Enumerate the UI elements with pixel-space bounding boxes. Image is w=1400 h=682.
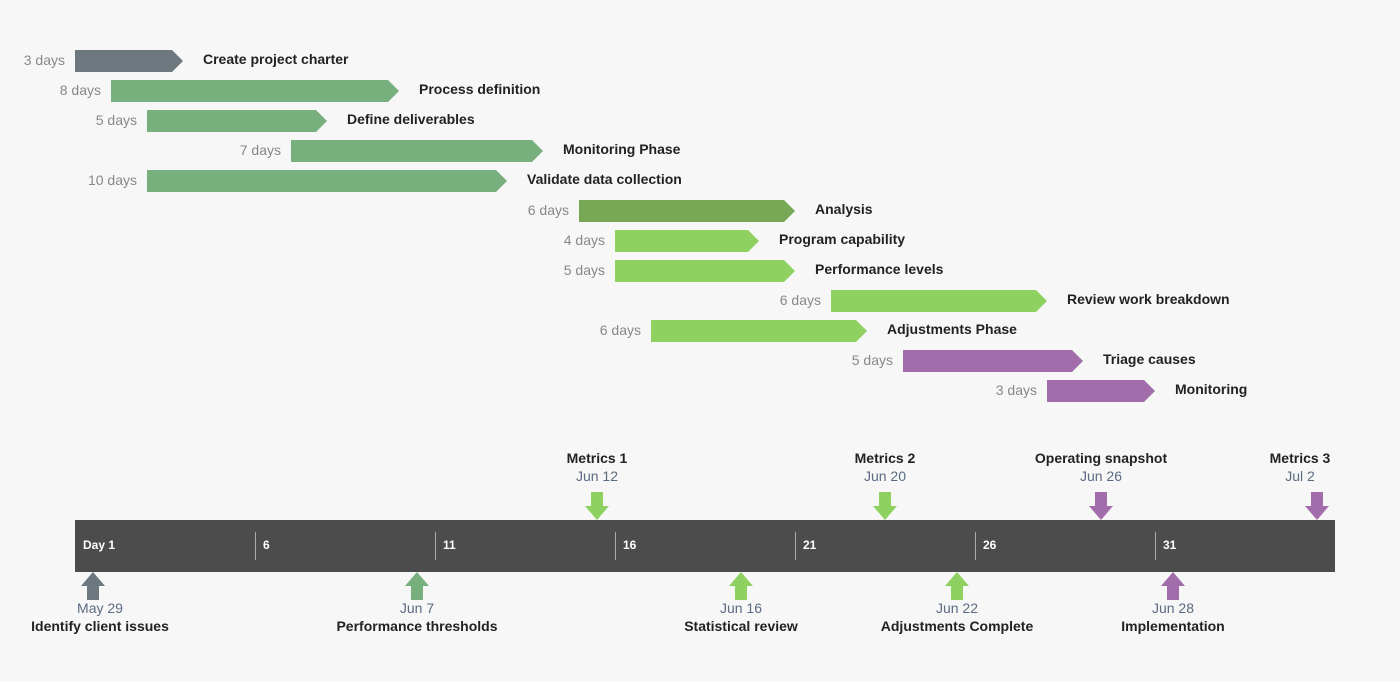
timeline-tick-label: 26: [983, 538, 996, 552]
task-duration-label: 6 days: [528, 202, 569, 218]
task-row: 8 days Process definition: [0, 80, 1400, 102]
timeline-tick: [795, 532, 796, 560]
timeline-tick: [975, 532, 976, 560]
milestone-date: Jun 28: [1073, 600, 1273, 616]
task-bar: [579, 200, 784, 222]
milestone-name: Metrics 3: [1200, 450, 1400, 466]
task-duration-label: 7 days: [240, 142, 281, 158]
task-bar: [651, 320, 856, 342]
task-row: 6 days Analysis: [0, 200, 1400, 222]
milestone-label: Metrics 2 Jun 20: [785, 450, 985, 484]
timeline-tick: [435, 532, 436, 560]
timeline-tick-label: 21: [803, 538, 816, 552]
task-bar: [615, 260, 784, 282]
milestone-name: Identify client issues: [0, 618, 200, 634]
timeline-tick-label: 31: [1163, 538, 1176, 552]
task-bar: [111, 80, 388, 102]
task-duration-label: 3 days: [24, 52, 65, 68]
milestone-name: Implementation: [1073, 618, 1273, 634]
milestone-label: Jun 7 Performance thresholds: [317, 600, 517, 634]
milestone-arrow-below: [405, 572, 429, 600]
task-bar: [831, 290, 1036, 312]
task-bar: [147, 170, 496, 192]
task-name: Validate data collection: [527, 171, 682, 187]
task-row: 7 days Monitoring Phase: [0, 140, 1400, 162]
milestone-arrow-below: [1161, 572, 1185, 600]
milestone-label: Metrics 1 Jun 12: [497, 450, 697, 484]
milestone-arrow-above: [1305, 492, 1329, 520]
milestone-label: Operating snapshot Jun 26: [1001, 450, 1201, 484]
timeline-tick: [615, 532, 616, 560]
gantt-chart: 3 days Create project charter 8 days Proces…: [0, 0, 1400, 682]
milestone-date: May 29: [0, 600, 200, 616]
task-bar: [903, 350, 1072, 372]
task-bar: [291, 140, 532, 162]
task-duration-label: 3 days: [996, 382, 1037, 398]
task-duration-label: 10 days: [88, 172, 137, 188]
timeline-tick-label: 16: [623, 538, 636, 552]
milestone-label: Metrics 3 Jul 2: [1200, 450, 1400, 484]
timeline-band: Day 1 6 11 16 21 26 31: [75, 520, 1335, 572]
milestone-date: Jun 7: [317, 600, 517, 616]
timeline-tick-label: Day 1: [83, 538, 115, 552]
task-name: Triage causes: [1103, 351, 1196, 367]
milestone-arrow-below: [81, 572, 105, 600]
task-bar: [147, 110, 316, 132]
milestone-date: Jun 20: [785, 468, 985, 484]
task-duration-label: 5 days: [852, 352, 893, 368]
timeline-tick: [255, 532, 256, 560]
task-row: 5 days Triage causes: [0, 350, 1400, 372]
timeline-tick-label: 6: [263, 538, 270, 552]
task-row: 5 days Define deliverables: [0, 110, 1400, 132]
task-bar: [1047, 380, 1144, 402]
milestone-name: Performance thresholds: [317, 618, 517, 634]
task-row: 3 days Monitoring: [0, 380, 1400, 402]
task-duration-label: 6 days: [780, 292, 821, 308]
task-row: 3 days Create project charter: [0, 50, 1400, 72]
milestone-name: Metrics 2: [785, 450, 985, 466]
task-name: Monitoring Phase: [563, 141, 680, 157]
task-name: Performance levels: [815, 261, 943, 277]
milestone-label: Jun 16 Statistical review: [641, 600, 841, 634]
milestone-arrow-below: [945, 572, 969, 600]
milestone-arrow-above: [873, 492, 897, 520]
task-name: Program capability: [779, 231, 905, 247]
task-name: Adjustments Phase: [887, 321, 1017, 337]
task-row: 5 days Performance levels: [0, 260, 1400, 282]
milestone-label: Jun 22 Adjustments Complete: [857, 600, 1057, 634]
task-name: Review work breakdown: [1067, 291, 1230, 307]
task-duration-label: 5 days: [564, 262, 605, 278]
milestone-name: Adjustments Complete: [857, 618, 1057, 634]
milestone-arrow-above: [585, 492, 609, 520]
task-duration-label: 5 days: [96, 112, 137, 128]
milestone-date: Jun 16: [641, 600, 841, 616]
task-row: 6 days Adjustments Phase: [0, 320, 1400, 342]
task-duration-label: 8 days: [60, 82, 101, 98]
task-duration-label: 4 days: [564, 232, 605, 248]
task-row: 10 days Validate data collection: [0, 170, 1400, 192]
milestone-name: Metrics 1: [497, 450, 697, 466]
timeline-tick: [1155, 532, 1156, 560]
task-name: Analysis: [815, 201, 873, 217]
milestone-label: Jun 28 Implementation: [1073, 600, 1273, 634]
milestone-name: Operating snapshot: [1001, 450, 1201, 466]
task-bar: [615, 230, 748, 252]
milestone-label: May 29 Identify client issues: [0, 600, 200, 634]
milestone-name: Statistical review: [641, 618, 841, 634]
milestone-date: Jul 2: [1200, 468, 1400, 484]
milestone-arrow-above: [1089, 492, 1113, 520]
task-name: Monitoring: [1175, 381, 1247, 397]
task-duration-label: 6 days: [600, 322, 641, 338]
task-name: Process definition: [419, 81, 540, 97]
task-row: 6 days Review work breakdown: [0, 290, 1400, 312]
timeline-tick-label: 11: [443, 538, 456, 552]
milestone-date: Jun 22: [857, 600, 1057, 616]
task-row: 4 days Program capability: [0, 230, 1400, 252]
task-name: Define deliverables: [347, 111, 475, 127]
milestone-arrow-below: [729, 572, 753, 600]
milestone-date: Jun 12: [497, 468, 697, 484]
milestone-date: Jun 26: [1001, 468, 1201, 484]
task-bar: [75, 50, 172, 72]
task-name: Create project charter: [203, 51, 349, 67]
